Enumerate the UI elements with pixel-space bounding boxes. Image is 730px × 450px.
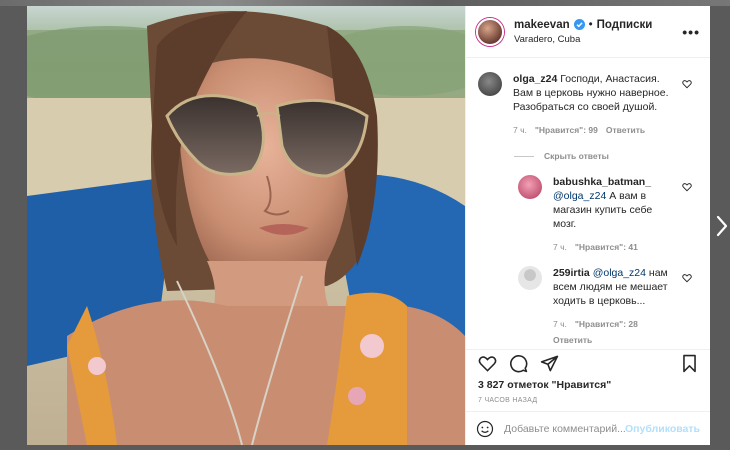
publish-button[interactable]: Опубликовать — [625, 423, 700, 435]
reply-body: babushka_batman_ @olga_z24 А вам в магаз… — [553, 175, 698, 254]
author-username[interactable]: makeevan — [514, 19, 570, 31]
following-button[interactable]: Подписки — [597, 19, 653, 31]
reply-time[interactable]: 7 ч. — [553, 317, 567, 331]
post-side-panel: makeevan • Подписки Varadero, Cuba ••• o… — [465, 6, 710, 445]
post-header: makeevan • Подписки Varadero, Cuba ••• — [466, 6, 710, 58]
comment-heart-icon[interactable] — [682, 76, 692, 94]
hide-replies-line — [514, 155, 534, 157]
post-timestamp[interactable]: 7 ЧАСОВ НАЗАД — [466, 393, 710, 411]
reply-heart-icon[interactable] — [682, 270, 692, 288]
comment-item: olga_z24 Господи, Анастасия. Вам в церко… — [478, 72, 698, 137]
comment-body: olga_z24 Господи, Анастасия. Вам в церко… — [513, 72, 698, 137]
share-icon[interactable] — [540, 354, 559, 373]
reply-reply-button[interactable]: Ответить — [553, 333, 592, 347]
comment-username[interactable]: olga_z24 — [513, 73, 557, 85]
hide-replies-label: Скрыть ответы — [544, 151, 609, 161]
comment-input[interactable] — [504, 422, 626, 435]
reply-username[interactable]: babushka_batman_ — [553, 176, 651, 188]
header-line: makeevan • Подписки — [514, 19, 682, 31]
author-avatar[interactable] — [476, 17, 504, 46]
reply-username[interactable]: 259irtia — [553, 267, 590, 279]
comments-list[interactable]: olga_z24 Господи, Анастасия. Вам в церко… — [466, 58, 710, 349]
reply-meta: 7 ч. "Нравится": 41 — [553, 240, 678, 254]
reply-item: 259irtia @olga_z24 нам всем людям не меш… — [518, 266, 698, 347]
comment-icon[interactable] — [509, 354, 528, 373]
more-options-icon[interactable]: ••• — [682, 24, 700, 40]
reply-avatar[interactable] — [518, 175, 542, 199]
hide-replies-toggle[interactable]: Скрыть ответы — [514, 151, 698, 161]
comment-reply-button[interactable]: Ответить — [606, 123, 645, 137]
reply-mention[interactable]: @olga_z24 — [553, 190, 606, 202]
post-location[interactable]: Varadero, Cuba — [514, 34, 682, 45]
reply-heart-icon[interactable] — [682, 179, 692, 197]
reply-item: babushka_batman_ @olga_z24 А вам в магаз… — [518, 175, 698, 254]
reply-mention[interactable]: @olga_z24 — [593, 267, 646, 279]
reply-avatar[interactable] — [518, 266, 542, 290]
likes-count[interactable]: 3 827 отметок "Нравится" — [466, 377, 710, 393]
selfie-illustration — [27, 6, 465, 445]
verified-badge-icon — [573, 19, 585, 30]
reply-body: 259irtia @olga_z24 нам всем людям не меш… — [553, 266, 698, 347]
add-comment-bar: Опубликовать — [466, 411, 710, 445]
heart-icon[interactable] — [478, 354, 497, 373]
reply-likes[interactable]: "Нравится": 41 — [575, 240, 638, 254]
chevron-right-icon — [716, 215, 727, 237]
comment-time[interactable]: 7 ч. — [513, 123, 527, 137]
emoji-icon[interactable] — [476, 420, 494, 438]
next-post-arrow[interactable] — [713, 212, 730, 240]
bookmark-icon[interactable] — [681, 354, 698, 373]
reply-meta: 7 ч. "Нравится": 28 Ответить — [553, 317, 678, 347]
post-photo[interactable] — [27, 6, 465, 445]
header-separator: • — [588, 18, 593, 31]
reply-likes[interactable]: "Нравится": 28 — [575, 317, 638, 331]
comment-meta: 7 ч. "Нравится": 99 Ответить — [513, 123, 678, 137]
header-text: makeevan • Подписки Varadero, Cuba — [514, 19, 682, 45]
comment-likes[interactable]: "Нравится": 99 — [535, 123, 598, 137]
post-modal: makeevan • Подписки Varadero, Cuba ••• o… — [27, 6, 710, 445]
reply-time[interactable]: 7 ч. — [553, 240, 567, 254]
post-actions — [466, 349, 710, 377]
commenter-avatar[interactable] — [478, 72, 502, 96]
